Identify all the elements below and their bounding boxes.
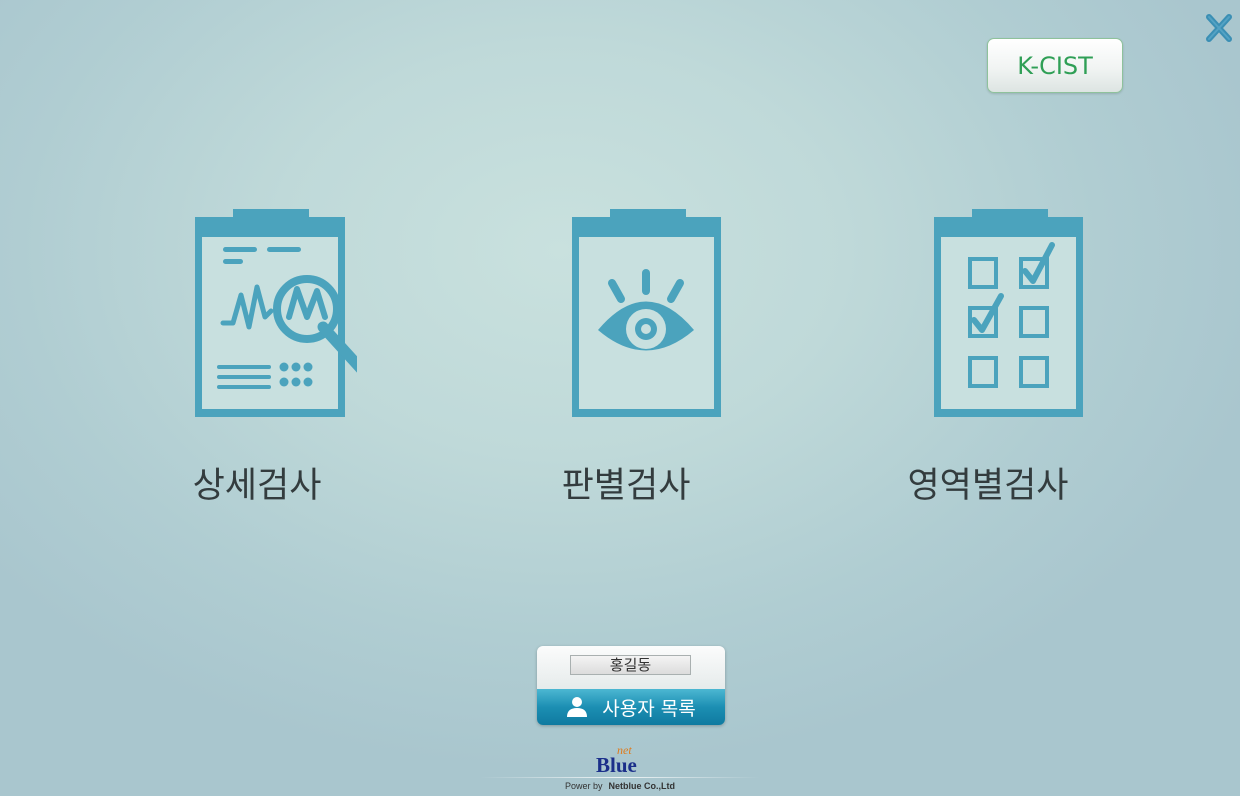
user-name-area: 홍길동 bbox=[537, 646, 725, 689]
menu-domain-test[interactable]: 영역별검사 bbox=[868, 205, 1108, 515]
menu-label: 영역별검사 bbox=[907, 466, 1069, 506]
user-list-button[interactable]: 사용자 목록 bbox=[537, 689, 725, 725]
current-user-name: 홍길동 bbox=[570, 655, 691, 675]
clipboard-eye-icon bbox=[572, 209, 721, 417]
footer-company: Netblue Co.,Ltd bbox=[608, 781, 676, 791]
clipboard-analysis-icon bbox=[195, 209, 357, 417]
menu-screening-test[interactable]: 판별검사 bbox=[506, 205, 746, 515]
close-button[interactable] bbox=[1204, 12, 1234, 44]
menu-label: 상세검사 bbox=[192, 466, 322, 506]
close-icon bbox=[1206, 14, 1232, 42]
clipboard-checklist-icon bbox=[934, 209, 1083, 417]
footer-divider bbox=[480, 777, 760, 778]
svg-text:Blue: Blue bbox=[596, 753, 637, 775]
user-list-label: 사용자 목록 bbox=[602, 697, 696, 720]
netblue-logo: net Blue bbox=[590, 743, 654, 777]
menu-label: 판별검사 bbox=[561, 466, 691, 506]
user-panel: 홍길동 사용자 목록 bbox=[537, 646, 725, 725]
footer-power-by: Power by bbox=[564, 781, 603, 791]
kcist-button[interactable]: K-CIST bbox=[987, 38, 1123, 93]
person-icon bbox=[566, 696, 588, 718]
footer-credit: Power by Netblue Co.,Ltd bbox=[0, 781, 1240, 791]
menu-detailed-test[interactable]: 상세검사 bbox=[137, 205, 377, 515]
